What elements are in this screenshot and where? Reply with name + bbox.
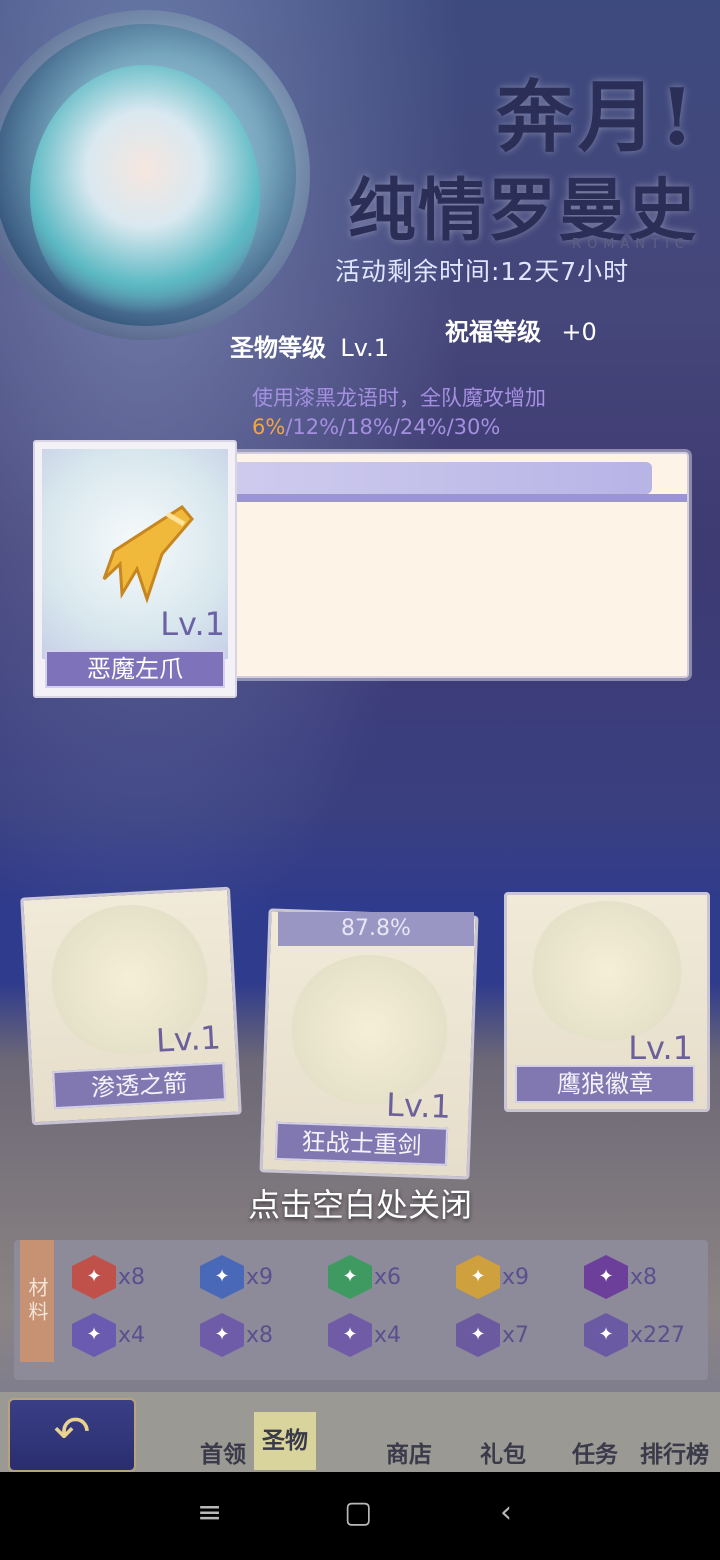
card-name: 鹰狼徽章 xyxy=(515,1065,695,1103)
event-title-line1: 奔月! xyxy=(495,72,698,163)
leaf-star-icon: ✦ xyxy=(328,1255,372,1299)
material-item[interactable]: ✦ x4 xyxy=(328,1313,401,1357)
relic-level-label: 圣物等级 xyxy=(230,334,326,362)
sun-star-icon: ✦ xyxy=(456,1255,500,1299)
trinity-knot-icon: ✦ xyxy=(200,1255,244,1299)
relic-card-badge[interactable]: Lv.1 鹰狼徽章 xyxy=(504,892,710,1112)
effect-prefix: 使用漆黑龙语时，全队魔攻增加 xyxy=(252,386,546,410)
relic-effect-text: 使用漆黑龙语时，全队魔攻增加 6%/12%/18%/24%/30% xyxy=(252,384,712,442)
relic-level: 圣物等级 Lv.1 xyxy=(230,328,389,363)
card-progress: 87.8% xyxy=(278,912,474,946)
blessing-level-value: +0 xyxy=(561,318,597,346)
spiral-icon: ✦ xyxy=(200,1313,244,1357)
blessing-level-label: 祝福等级 xyxy=(445,318,541,346)
material-count: x9 xyxy=(246,1264,274,1290)
close-hint[interactable]: 点击空白处关闭 xyxy=(0,1180,720,1226)
material-count: x227 xyxy=(630,1322,686,1348)
material-count: x6 xyxy=(374,1264,402,1290)
material-count: x8 xyxy=(246,1322,274,1348)
tab-shop[interactable]: 商店 xyxy=(386,1435,432,1469)
card-level: Lv.1 xyxy=(385,1085,452,1126)
item-detail-panel xyxy=(230,452,689,678)
detail-header-bar xyxy=(232,462,652,494)
back-icon[interactable]: ‹ xyxy=(500,1495,512,1530)
material-count: x9 xyxy=(502,1264,530,1290)
material-item[interactable]: ✦ x7 xyxy=(456,1313,529,1357)
event-title-sub: ROMANTIC xyxy=(572,237,690,252)
detail-header-stripe xyxy=(232,494,687,502)
relic-card-arrow[interactable]: Lv.1 渗透之箭 xyxy=(20,886,242,1126)
broken-shield-icon: ✦ xyxy=(456,1313,500,1357)
card-level: Lv.1 xyxy=(155,1018,222,1060)
card-name: 渗透之箭 xyxy=(52,1062,227,1110)
tab-relic[interactable]: 圣物 xyxy=(254,1412,316,1470)
crescent-x-icon: ✦ xyxy=(584,1255,628,1299)
tab-task[interactable]: 任务 xyxy=(572,1435,618,1469)
back-arrow-icon[interactable]: ↶ xyxy=(8,1398,136,1472)
material-item[interactable]: ✦ x8 xyxy=(584,1255,657,1299)
material-count: x8 xyxy=(630,1264,658,1290)
material-count: x4 xyxy=(118,1322,146,1348)
item-level: Lv.1 xyxy=(160,605,225,643)
wolf-badge-icon xyxy=(529,901,685,1041)
material-item[interactable]: ✦ x9 xyxy=(456,1255,529,1299)
material-item[interactable]: ✦ x227 xyxy=(584,1313,685,1357)
item-name: 恶魔左爪 xyxy=(45,650,225,688)
material-item[interactable]: ✦ x4 xyxy=(72,1313,145,1357)
tab-boss[interactable]: 首领 xyxy=(200,1435,246,1469)
magnifier-rune-icon: ✦ xyxy=(328,1313,372,1357)
tab-ranking[interactable]: 排行榜 xyxy=(640,1435,709,1469)
blessing-level: 祝福等级 +0 xyxy=(445,312,597,347)
effect-highlight: 6% xyxy=(252,415,286,439)
materials-label: 材料 xyxy=(20,1240,54,1362)
home-icon[interactable]: ▢ xyxy=(344,1495,372,1530)
character-image xyxy=(30,65,260,325)
triangle-eye-icon: ✦ xyxy=(72,1255,116,1299)
tab-gift[interactable]: 礼包 xyxy=(480,1435,526,1469)
crown-wings-icon: ✦ xyxy=(584,1313,628,1357)
sword-icon: ✦ xyxy=(72,1313,116,1357)
material-count: x8 xyxy=(118,1264,146,1290)
material-item[interactable]: ✦ x6 xyxy=(328,1255,401,1299)
card-level: Lv.1 xyxy=(628,1029,693,1067)
card-name: 狂战士重剑 xyxy=(274,1121,449,1166)
selected-item-card: Lv.1 恶魔左爪 xyxy=(33,440,237,698)
material-item[interactable]: ✦ x8 xyxy=(72,1255,145,1299)
greatsword-icon xyxy=(286,952,453,1108)
menu-icon[interactable]: ≡ xyxy=(197,1495,222,1530)
material-item[interactable]: ✦ x9 xyxy=(200,1255,273,1299)
material-item[interactable]: ✦ x8 xyxy=(200,1313,273,1357)
effect-suffix: /12%/18%/24%/30% xyxy=(285,415,501,439)
event-timer: 活动剩余时间:12天7小时 xyxy=(335,257,630,286)
material-count: x4 xyxy=(374,1322,402,1348)
relic-level-value: Lv.1 xyxy=(340,334,389,362)
relic-card-greatsword[interactable]: Lv.1 狂战士重剑 xyxy=(259,908,479,1180)
material-count: x7 xyxy=(502,1322,530,1348)
demon-claw-icon xyxy=(102,505,194,604)
